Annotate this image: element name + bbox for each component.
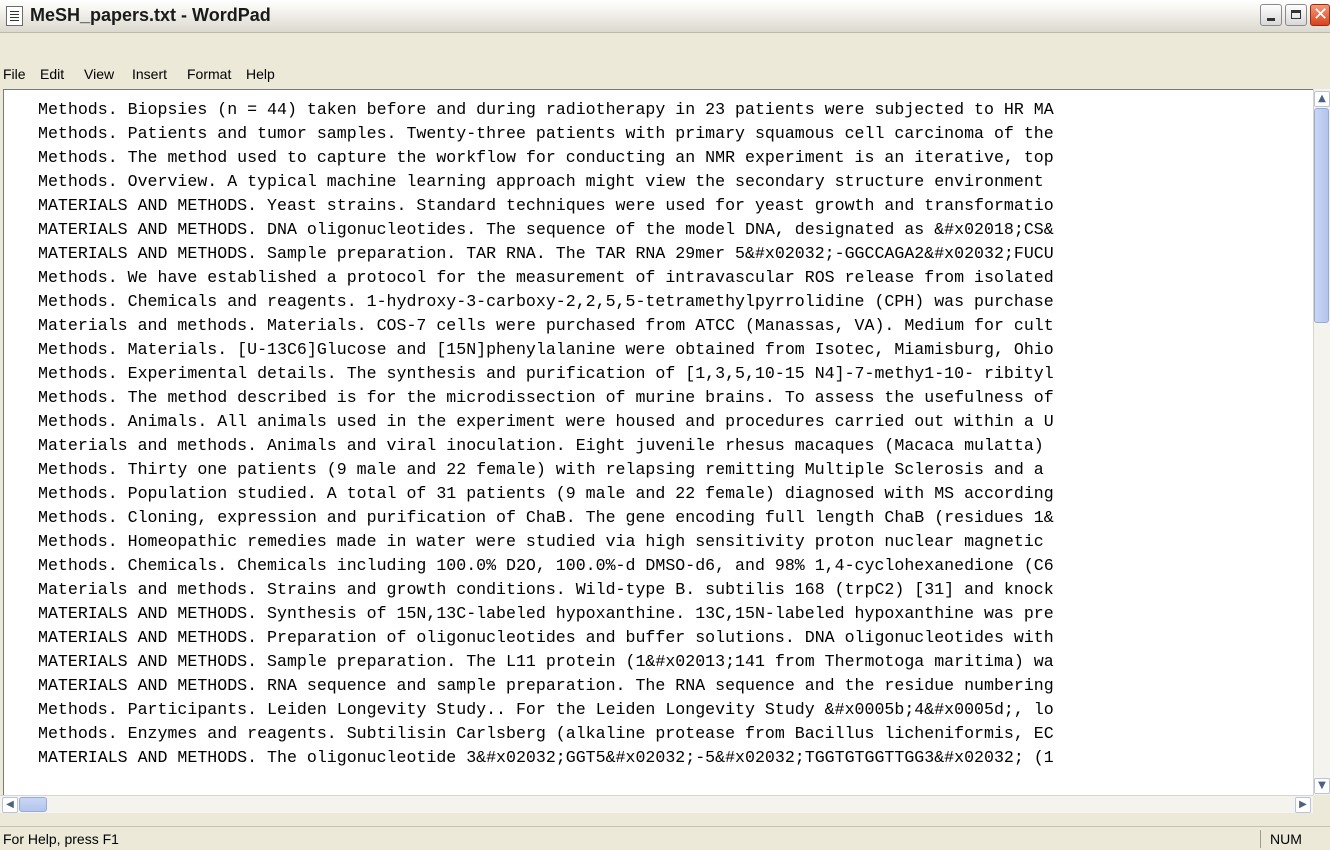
- close-icon: ✕: [1313, 4, 1329, 25]
- text-line[interactable]: MATERIALS AND METHODS. Synthesis of 15N,…: [38, 604, 1054, 624]
- text-line[interactable]: Methods. Materials. [U-13C6]Glucose and …: [38, 340, 1054, 360]
- menu-insert[interactable]: Insert: [132, 66, 167, 82]
- text-line[interactable]: MATERIALS AND METHODS. DNA oligonucleoti…: [38, 220, 1054, 240]
- text-line[interactable]: Methods. Overview. A typical machine lea…: [38, 172, 1044, 192]
- text-line[interactable]: Methods. Chemicals and reagents. 1-hydro…: [38, 292, 1054, 312]
- scroll-left-button[interactable]: ◀: [2, 797, 18, 813]
- arrow-right-icon: ▶: [1299, 799, 1307, 810]
- minimize-button[interactable]: [1260, 4, 1282, 26]
- text-line[interactable]: Methods. The method described is for the…: [38, 388, 1054, 408]
- text-line[interactable]: Methods. Enzymes and reagents. Subtilisi…: [38, 724, 1054, 744]
- document-text-area[interactable]: Methods. Biopsies (n = 44) taken before …: [3, 89, 1314, 796]
- scrollbar-corner: [1313, 795, 1330, 813]
- text-line[interactable]: Methods. The method used to capture the …: [38, 148, 1054, 168]
- text-line[interactable]: MATERIALS AND METHODS. Preparation of ol…: [38, 628, 1054, 648]
- vertical-scroll-thumb[interactable]: [1314, 108, 1329, 323]
- text-line[interactable]: Materials and methods. Strains and growt…: [38, 580, 1054, 600]
- status-divider: [1260, 830, 1261, 848]
- menu-file[interactable]: File: [3, 66, 26, 82]
- menu-format[interactable]: Format: [187, 66, 231, 82]
- arrow-left-icon: ◀: [6, 799, 14, 810]
- scroll-down-button[interactable]: ▼: [1314, 778, 1330, 794]
- text-line[interactable]: MATERIALS AND METHODS. The oligonucleoti…: [38, 748, 1054, 768]
- text-line[interactable]: Methods. Homeopathic remedies made in wa…: [38, 532, 1044, 552]
- scroll-right-button[interactable]: ▶: [1295, 797, 1311, 813]
- text-line[interactable]: MATERIALS AND METHODS. Sample preparatio…: [38, 652, 1054, 672]
- menu-edit[interactable]: Edit: [40, 66, 64, 82]
- status-help-text: For Help, press F1: [3, 831, 119, 847]
- text-line[interactable]: Methods. Participants. Leiden Longevity …: [38, 700, 1054, 720]
- text-line[interactable]: Methods. We have established a protocol …: [38, 268, 1054, 288]
- text-line[interactable]: Methods. Chemicals. Chemicals including …: [38, 556, 1054, 576]
- title-bar[interactable]: MeSH_papers.txt - WordPad ✕: [0, 0, 1330, 33]
- maximize-icon: [1291, 10, 1301, 19]
- arrow-up-icon: ▲: [1318, 93, 1326, 104]
- close-button[interactable]: ✕: [1310, 4, 1330, 26]
- num-lock-indicator: NUM: [1270, 831, 1302, 847]
- text-line[interactable]: Materials and methods. Materials. COS-7 …: [38, 316, 1054, 336]
- text-line[interactable]: Methods. Animals. All animals used in th…: [38, 412, 1054, 432]
- text-line[interactable]: Methods. Thirty one patients (9 male and…: [38, 460, 1044, 480]
- horizontal-scroll-thumb[interactable]: [19, 797, 47, 812]
- text-line[interactable]: MATERIALS AND METHODS. Sample preparatio…: [38, 244, 1054, 264]
- window-title: MeSH_papers.txt - WordPad: [30, 5, 271, 25]
- text-line[interactable]: MATERIALS AND METHODS. Yeast strains. St…: [38, 196, 1054, 216]
- arrow-down-icon: ▼: [1318, 780, 1326, 791]
- text-line[interactable]: MATERIALS AND METHODS. RNA sequence and …: [38, 676, 1054, 696]
- horizontal-scrollbar[interactable]: [0, 795, 1313, 813]
- text-line[interactable]: Methods. Cloning, expression and purific…: [38, 508, 1054, 528]
- text-line[interactable]: Materials and methods. Animals and viral…: [38, 436, 1044, 456]
- menu-view[interactable]: View: [84, 66, 114, 82]
- status-bar: For Help, press F1 NUM: [0, 826, 1330, 850]
- menu-bar: File Edit View Insert Format Help: [0, 60, 1330, 88]
- wordpad-document-icon[interactable]: [6, 6, 23, 26]
- scroll-up-button[interactable]: ▲: [1314, 91, 1330, 107]
- text-line[interactable]: Methods. Experimental details. The synth…: [38, 364, 1054, 384]
- minimize-icon: [1267, 18, 1275, 21]
- menu-help[interactable]: Help: [246, 66, 275, 82]
- text-line[interactable]: Methods. Biopsies (n = 44) taken before …: [38, 100, 1054, 120]
- text-line[interactable]: Methods. Population studied. A total of …: [38, 484, 1054, 504]
- text-line[interactable]: Methods. Patients and tumor samples. Twe…: [38, 124, 1054, 144]
- maximize-button[interactable]: [1285, 4, 1307, 26]
- wordpad-window: MeSH_papers.txt - WordPad ✕ File Edit Vi…: [0, 0, 1330, 850]
